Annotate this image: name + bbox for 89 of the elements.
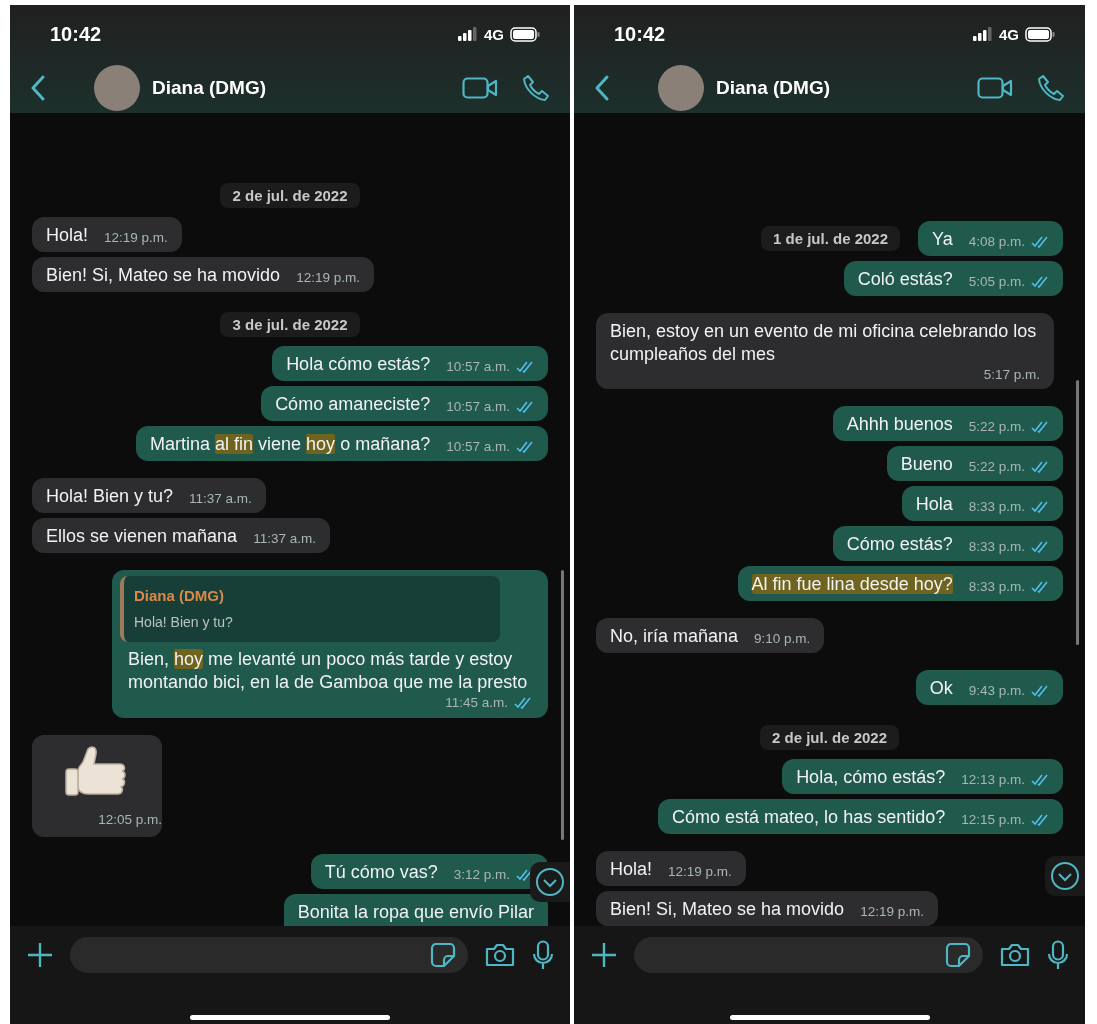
message-time: 8:33 p.m. xyxy=(968,498,1025,516)
message-time: 11:37 a.m. xyxy=(253,530,316,548)
message-time: 5:22 p.m. xyxy=(968,418,1025,436)
camera-icon[interactable] xyxy=(484,942,516,968)
scroll-down-button[interactable] xyxy=(1045,856,1085,896)
message-time: 12:19 p.m. xyxy=(104,229,168,247)
sticker-icon[interactable] xyxy=(945,942,971,968)
message-text: Hola cómo estás? xyxy=(286,353,431,376)
message-text: Cómo estás? xyxy=(846,533,953,556)
message-time: 8:33 p.m. xyxy=(968,578,1025,596)
network-label: 4G xyxy=(484,25,504,43)
microphone-icon[interactable] xyxy=(532,940,554,970)
message-text: Cómo amaneciste? xyxy=(275,393,431,416)
microphone-icon[interactable] xyxy=(1047,940,1069,970)
message-time: 12:13 p.m. xyxy=(961,771,1025,789)
plus-icon[interactable] xyxy=(590,941,618,969)
message-time: 12:19 p.m. xyxy=(668,863,732,881)
message-time: 12:15 p.m. xyxy=(961,811,1025,829)
message-text: Bien! Si, Mateo se ha movido xyxy=(610,898,845,921)
message-text: Hola xyxy=(915,493,953,516)
message-text: Ellos se vienen mañana xyxy=(46,525,238,548)
message-time: 12:05 p.m. xyxy=(98,811,162,829)
video-camera-icon[interactable] xyxy=(977,77,1013,99)
message-text: Hola! Bien y tu? xyxy=(46,485,174,508)
contact-name[interactable]: Diana (DMG) xyxy=(152,77,438,99)
message-text: Ok xyxy=(929,677,953,700)
message-time: 12:19 p.m. xyxy=(296,269,360,287)
chevron-down-circle-icon xyxy=(1050,861,1080,891)
status-time: 10:42 xyxy=(614,22,666,46)
message-text: Bien, estoy en un evento de mi oficina celebrando los cumpleaños del mes xyxy=(610,320,1038,366)
message-time: 5:05 p.m. xyxy=(968,273,1025,291)
phone-icon[interactable] xyxy=(522,74,550,102)
message-input[interactable] xyxy=(634,937,983,973)
message-text: Bien! Si, Mateo se ha movido xyxy=(46,264,281,287)
back-icon[interactable] xyxy=(30,75,46,101)
phone-icon[interactable] xyxy=(1037,74,1065,102)
message-text: Bueno xyxy=(900,453,953,476)
message-time: 5:22 p.m. xyxy=(968,458,1025,476)
network-label: 4G xyxy=(999,25,1019,43)
message-time: 4:08 p.m. xyxy=(968,233,1025,251)
date-label: 1 de jul. de 2022 xyxy=(760,226,901,251)
quote-text: Hola! Bien y tu? xyxy=(134,613,234,632)
plus-icon[interactable] xyxy=(26,941,54,969)
date-label: 3 de jul. de 2022 xyxy=(220,312,360,337)
contact-name[interactable]: Diana (DMG) xyxy=(716,77,953,99)
message-text: Ya xyxy=(932,228,953,251)
message-time: 11:37 a.m. xyxy=(189,490,252,508)
scroll-down-button[interactable] xyxy=(530,862,570,902)
message-time: 9:43 p.m. xyxy=(968,682,1025,700)
message-text: Cómo está mateo, lo has sentido? xyxy=(672,806,946,829)
signal-icon xyxy=(973,27,993,41)
date-label: 2 de jul. de 2022 xyxy=(759,725,900,750)
message-input[interactable] xyxy=(70,937,468,973)
video-camera-icon[interactable] xyxy=(462,77,498,99)
message-time: 8:33 p.m. xyxy=(968,538,1025,556)
message-time: 5:17 p.m. xyxy=(983,366,1040,384)
message-text: Ahhh buenos xyxy=(846,413,953,436)
quote-author: Diana (DMG) xyxy=(134,586,225,606)
sticker-icon[interactable] xyxy=(430,942,456,968)
message-time: 3:12 p.m. xyxy=(453,866,510,884)
battery-icon xyxy=(1025,26,1055,42)
message-text: Tú cómo vas? xyxy=(324,861,438,884)
message-text: No, iría mañana xyxy=(610,625,739,648)
message-time: 10:57 a.m. xyxy=(446,358,510,376)
message-time: 10:57 a.m. xyxy=(446,438,510,456)
message-text: Hola! xyxy=(46,224,89,247)
status-time: 10:42 xyxy=(50,22,102,46)
message-text: Coló estás? xyxy=(857,268,953,291)
back-icon[interactable] xyxy=(594,75,610,101)
camera-icon[interactable] xyxy=(999,942,1031,968)
scroll-bar[interactable] xyxy=(561,570,564,840)
scroll-bar[interactable] xyxy=(1076,380,1079,645)
message-text: Al fin fue lina desde hoy? xyxy=(751,573,953,596)
contact-avatar[interactable] xyxy=(658,65,704,111)
battery-icon xyxy=(510,26,540,42)
message-time: 10:57 a.m. xyxy=(446,398,510,416)
contact-avatar[interactable] xyxy=(94,65,140,111)
chevron-down-circle-icon xyxy=(535,867,565,897)
message-text: Bonita la ropa que envío Pilar xyxy=(297,901,534,924)
message-text: Hola! xyxy=(610,858,653,881)
message-time: 12:19 p.m. xyxy=(860,903,924,921)
message-text: Hola, cómo estás? xyxy=(796,766,946,789)
message-time: 11:45 a.m. xyxy=(445,694,508,712)
message-time: 9:10 p.m. xyxy=(754,630,811,648)
message-text: Bien, hoy me levanté un poco más tarde y estoy montando bici, en la de Gamboa que me la presto xyxy=(128,648,529,694)
date-label: 2 de jul. de 2022 xyxy=(220,183,360,208)
message-text: Martina al fin viene hoy o mañana? xyxy=(150,433,431,456)
quoted-message[interactable]: Diana (DMG) Hola! Bien y tu? xyxy=(120,576,500,642)
signal-icon xyxy=(458,27,478,41)
